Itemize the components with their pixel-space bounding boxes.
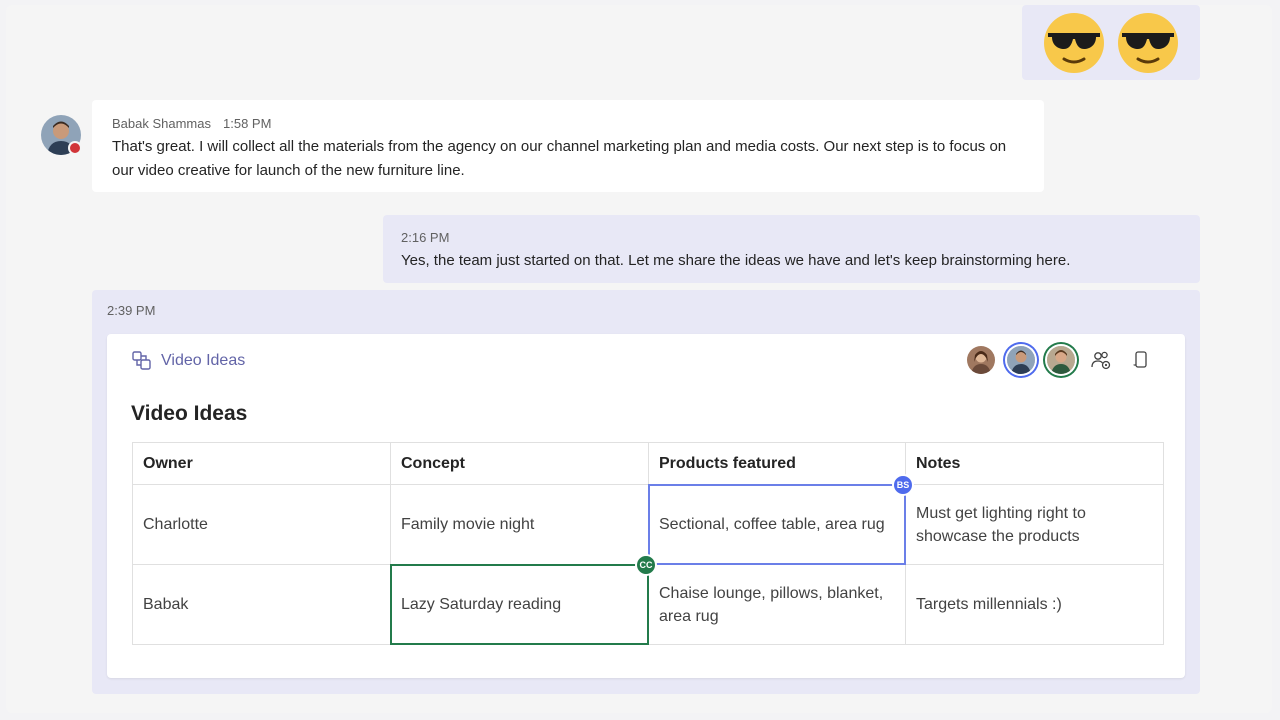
products-cell[interactable]: Chaise lounge, pillows, blanket, area ru… [648,564,906,645]
table-header-row: Owner Concept Products featured Notes [132,442,1164,485]
column-header-notes[interactable]: Notes [905,442,1164,485]
emoji-message[interactable] [1022,5,1200,80]
cell-text: Lazy Saturday reading [401,596,562,613]
sunglasses-emoji-icon [1044,12,1104,73]
products-cell-selected[interactable]: Sectional, coffee table, area rug BS [648,474,914,565]
message-time: 1:58 PM [223,116,272,131]
message-loop-card[interactable]: 2:39 PM Video Ideas Video Ideas Owner Co… [92,290,1200,694]
column-header-concept[interactable]: Concept [390,442,649,485]
presence-busy-icon [68,141,82,155]
column-header-products[interactable]: Products featured [648,442,906,485]
message-incoming[interactable]: Babak Shammas 1:58 PM That's great. I wil… [92,100,1044,192]
avatar[interactable] [41,115,82,155]
message-time: 2:39 PM [107,303,156,318]
card-actions [967,346,1155,374]
notes-cell[interactable]: Targets millennials :) [905,564,1164,645]
concept-cell-selected[interactable]: Lazy Saturday reading CC [390,554,657,645]
collaborator-avatar-active[interactable] [1047,346,1075,374]
owner-cell[interactable]: Charlotte [132,484,391,565]
loop-component-icon [132,351,151,370]
table-row: Babak Lazy Saturday reading CC Chaise lo… [132,554,1164,645]
collaborator-avatar-active[interactable] [1007,346,1035,374]
table-row: Charlotte Family movie night Sectional, … [132,474,1164,565]
card-title: Video Ideas [131,402,248,425]
loop-component-card: Video Ideas Video Ideas Owner Concept Pr… [107,334,1185,678]
collaborator-avatar[interactable] [967,346,995,374]
copy-icon [1133,351,1147,368]
person-avatar-icon [1047,346,1075,374]
share-people-button[interactable] [1087,346,1115,374]
message-outgoing[interactable]: 2:16 PM Yes, the team just started on th… [383,215,1200,283]
cell-text: Sectional, coffee table, area rug [659,516,885,533]
concept-cell[interactable]: Family movie night [390,484,649,565]
notes-cell[interactable]: Must get lighting right to showcase the … [905,484,1164,565]
people-settings-icon [1091,351,1111,370]
person-avatar-icon [967,346,995,374]
owner-cell[interactable]: Babak [132,564,391,645]
loop-component-name: Video Ideas [161,352,246,369]
ideas-table: Owner Concept Products featured Notes Ch… [132,442,1164,645]
copy-component-button[interactable] [1127,346,1155,374]
message-time: 2:16 PM [401,230,450,245]
loop-component-link[interactable]: Video Ideas [131,350,245,372]
person-avatar-icon [1007,346,1035,374]
message-text: Yes, the team just started on that. Let … [401,252,1071,269]
sunglasses-emoji-icon [1118,12,1178,73]
column-header-owner[interactable]: Owner [132,442,391,485]
sender-name: Babak Shammas [112,116,211,131]
message-text: That's great. I will collect all the mat… [112,138,1007,179]
message-meta: Babak Shammas 1:58 PM [112,116,1024,131]
